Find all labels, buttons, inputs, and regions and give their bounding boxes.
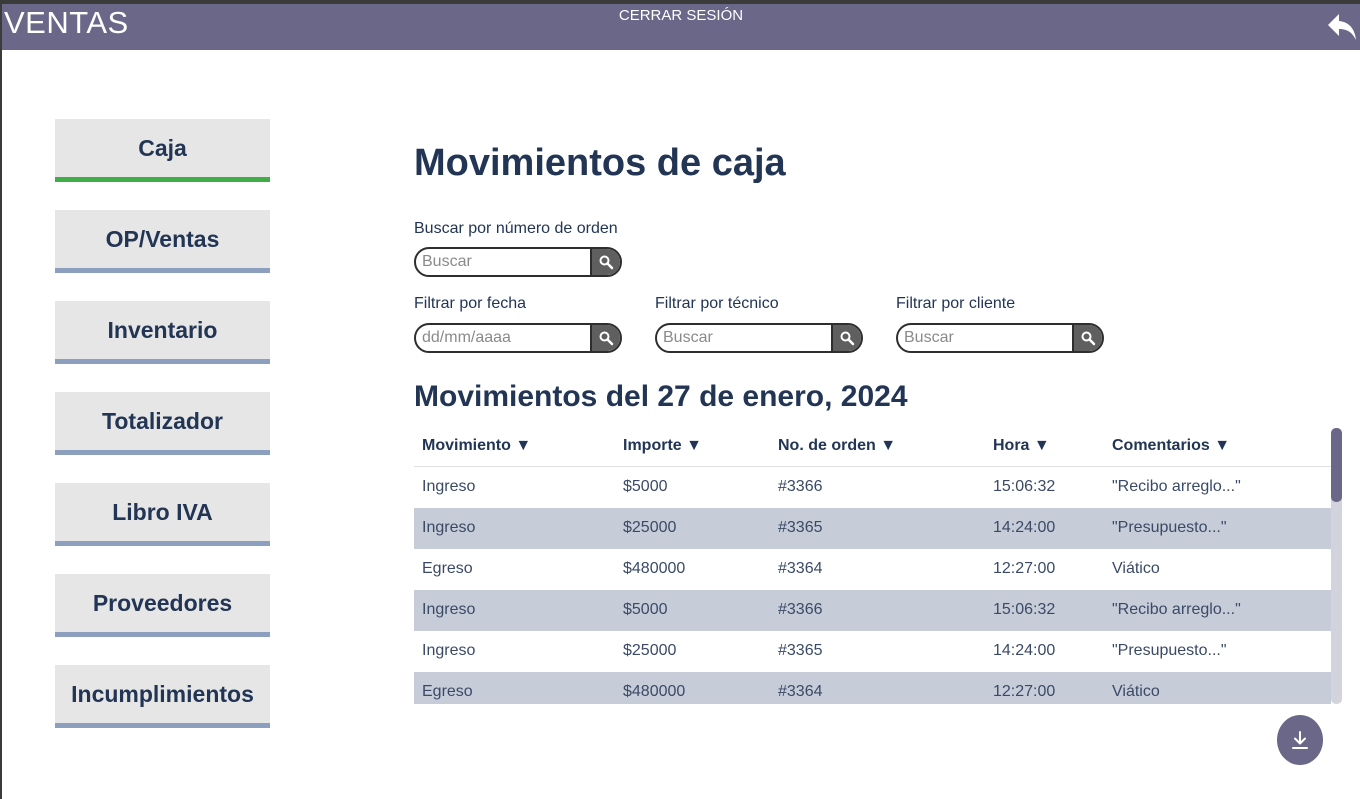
search-order-label: Buscar por número de orden [414, 220, 618, 237]
cell-hora: 12:27:00 [993, 683, 1056, 700]
cell-comentarios: "Recibo arreglo..." [1112, 601, 1241, 618]
cell-movimiento: Egreso [422, 683, 473, 700]
cell-movimiento: Egreso [422, 560, 473, 577]
filter-client-box [896, 323, 1104, 353]
search-icon [599, 331, 614, 346]
table-row[interactable]: Egreso $480000 #3364 12:27:00 Viático [414, 549, 1331, 590]
cell-orden: #3364 [778, 683, 823, 700]
cell-movimiento: Ingreso [422, 642, 476, 659]
column-header-movimiento[interactable]: Movimiento ▼ [422, 437, 531, 455]
undo-arrow-icon[interactable] [1326, 12, 1358, 42]
table-scrollbar-thumb[interactable] [1331, 428, 1342, 502]
cell-orden: #3365 [778, 642, 823, 659]
download-button[interactable] [1277, 715, 1323, 765]
filter-client-input[interactable] [898, 325, 1072, 351]
cell-orden: #3366 [778, 601, 823, 618]
cell-orden: #3366 [778, 478, 823, 495]
cell-movimiento: Ingreso [422, 601, 476, 618]
sidebar-item-proveedores[interactable]: Proveedores [55, 574, 270, 637]
table-row[interactable]: Egreso $480000 #3364 12:27:00 Viático [414, 672, 1331, 704]
search-order-input[interactable] [416, 249, 590, 275]
sidebar-item-caja[interactable]: Caja [55, 119, 270, 182]
filter-tech-box [655, 323, 863, 353]
column-header-orden[interactable]: No. de orden ▼ [778, 437, 896, 455]
cell-orden: #3364 [778, 560, 823, 577]
search-icon [840, 331, 855, 346]
table-row[interactable]: Ingreso $25000 #3365 14:24:00 "Presupues… [414, 631, 1331, 672]
table-row[interactable]: Ingreso $5000 #3366 15:06:32 "Recibo arr… [414, 590, 1331, 631]
cell-importe: $480000 [623, 560, 686, 577]
logout-link[interactable]: CERRAR SESIÓN [2, 7, 1360, 25]
search-icon [1081, 331, 1096, 346]
filter-client-label: Filtrar por cliente [896, 295, 1016, 312]
cell-orden: #3365 [778, 519, 823, 536]
search-icon [599, 255, 614, 270]
cell-comentarios: Viático [1112, 560, 1160, 577]
filter-date-input[interactable] [416, 325, 590, 351]
cell-comentarios: Viático [1112, 683, 1160, 700]
cell-hora: 12:27:00 [993, 560, 1056, 577]
cell-importe: $480000 [623, 683, 686, 700]
filter-date-label: Filtrar por fecha [414, 295, 527, 312]
sidebar-item-inventario[interactable]: Inventario [55, 301, 270, 364]
filter-date-box [414, 323, 622, 353]
cell-importe: $25000 [623, 519, 677, 536]
window-frame-left [0, 0, 2, 799]
sidebar-item-libro-iva[interactable]: Libro IVA [55, 483, 270, 546]
cell-comentarios: "Presupuesto..." [1112, 642, 1227, 659]
cell-hora: 14:24:00 [993, 642, 1056, 659]
column-header-comentarios[interactable]: Comentarios ▼ [1112, 437, 1230, 455]
cell-importe: $5000 [623, 478, 668, 495]
sidebar: Caja OP/Ventas Inventario Totalizador Li… [55, 119, 270, 756]
table-row[interactable]: Ingreso $5000 #3366 15:06:32 "Recibo arr… [414, 467, 1331, 508]
table-header: Movimiento ▼ Importe ▼ No. de orden ▼ Ho… [414, 426, 1331, 467]
search-order-box [414, 247, 622, 277]
column-header-hora[interactable]: Hora ▼ [993, 437, 1050, 455]
movements-subtitle: Movimientos del 27 de enero, 2024 [414, 380, 908, 413]
sidebar-item-op-ventas[interactable]: OP/Ventas [55, 210, 270, 273]
column-header-importe[interactable]: Importe ▼ [623, 437, 702, 455]
top-bar: VENTAS CERRAR SESIÓN [2, 4, 1360, 50]
filter-tech-label: Filtrar por técnico [655, 295, 779, 312]
cell-movimiento: Ingreso [422, 519, 476, 536]
cell-comentarios: "Presupuesto..." [1112, 519, 1227, 536]
cell-importe: $5000 [623, 601, 668, 618]
table-row[interactable]: Ingreso $25000 #3365 14:24:00 "Presupues… [414, 508, 1331, 549]
cell-hora: 15:06:32 [993, 478, 1056, 495]
cell-hora: 14:24:00 [993, 519, 1056, 536]
cell-importe: $25000 [623, 642, 677, 659]
sidebar-item-totalizador[interactable]: Totalizador [55, 392, 270, 455]
cell-comentarios: "Recibo arreglo..." [1112, 478, 1241, 495]
sidebar-item-incumplimientos[interactable]: Incumplimientos [55, 665, 270, 728]
download-icon [1292, 731, 1308, 749]
search-order-button[interactable] [590, 249, 620, 275]
filter-tech-button[interactable] [831, 325, 861, 351]
cell-hora: 15:06:32 [993, 601, 1056, 618]
page-title: Movimientos de caja [414, 142, 786, 184]
filter-date-button[interactable] [590, 325, 620, 351]
filter-tech-input[interactable] [657, 325, 831, 351]
movements-table: Movimiento ▼ Importe ▼ No. de orden ▼ Ho… [414, 426, 1331, 704]
cell-movimiento: Ingreso [422, 478, 476, 495]
filter-client-button[interactable] [1072, 325, 1102, 351]
